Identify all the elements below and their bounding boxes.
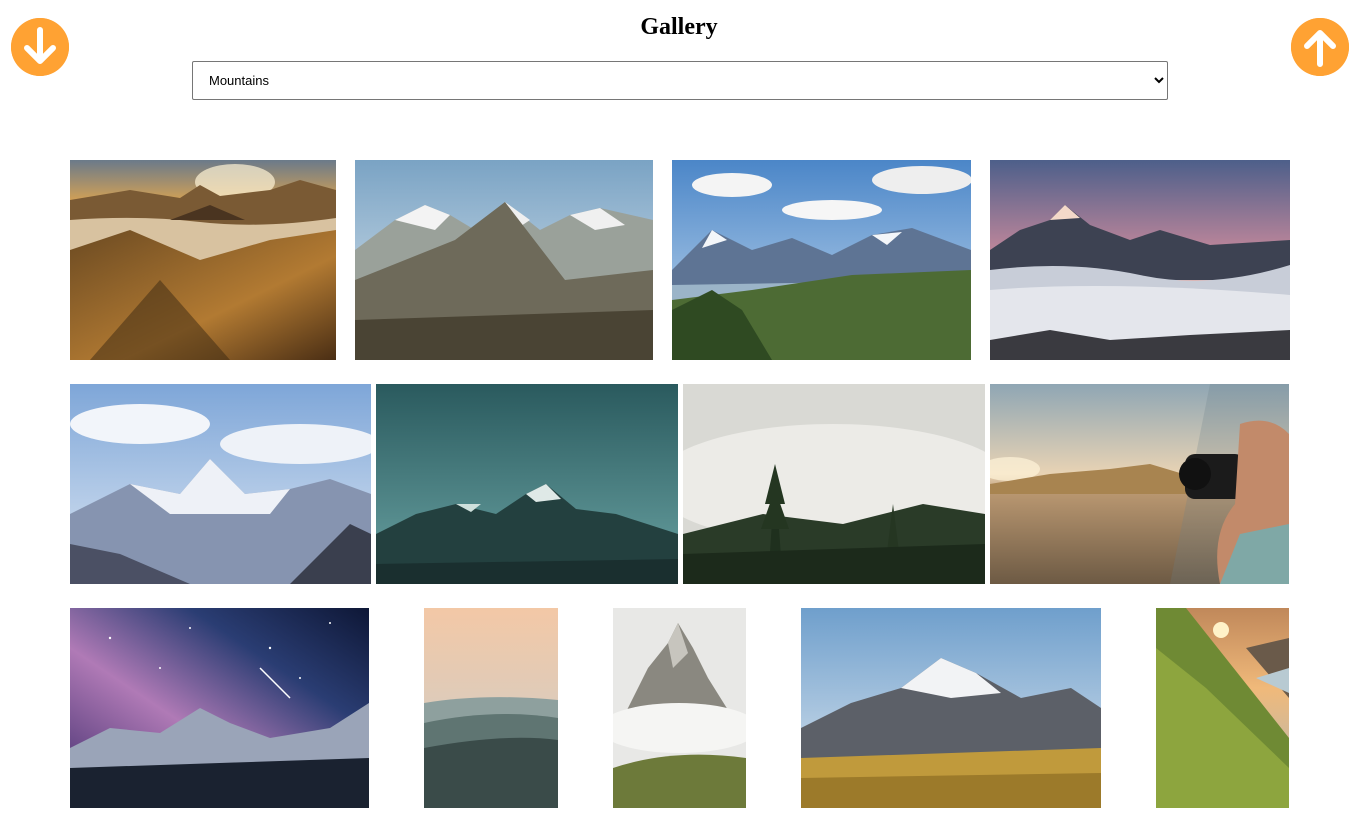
arrow-down-icon [11,18,69,76]
scroll-up-button[interactable] [1291,18,1349,76]
photo-image [613,608,746,808]
photo-image [672,160,971,360]
gallery-image-valley-forest-peaks[interactable] [672,160,971,360]
photo-image [70,384,371,584]
gallery-image-spire-in-clouds[interactable] [613,608,746,808]
photo-image [376,384,678,584]
category-select[interactable]: Mountains [192,61,1168,100]
gallery-image-misty-forest[interactable] [683,384,985,584]
scroll-down-button[interactable] [11,18,69,76]
gallery-image-desert-mountains-sunset[interactable] [70,160,336,360]
gallery-image-rocky-peaks[interactable] [355,160,653,360]
photo-image [990,160,1290,360]
gallery-image-peak-above-clouds[interactable] [990,160,1290,360]
photo-image [683,384,985,584]
photo-image [801,608,1101,808]
page-title: Gallery [640,14,718,40]
photo-image [70,608,369,808]
gallery-image-snowy-peak-meadow[interactable] [801,608,1101,808]
gallery-image-snowy-himalaya[interactable] [70,384,371,584]
photo-image [424,608,558,808]
photo-image [1156,608,1289,808]
photo-image [70,160,336,360]
gallery-image-photographer-desert[interactable] [990,384,1289,584]
gallery-image-milky-way-mountains[interactable] [70,608,369,808]
gallery-image-hazy-ridges[interactable] [424,608,558,808]
gallery-image-teal-night-peaks[interactable] [376,384,678,584]
photo-image [355,160,653,360]
arrow-up-icon [1291,18,1349,76]
gallery-image-sunlit-green-slope[interactable] [1156,608,1289,808]
photo-image [990,384,1289,584]
